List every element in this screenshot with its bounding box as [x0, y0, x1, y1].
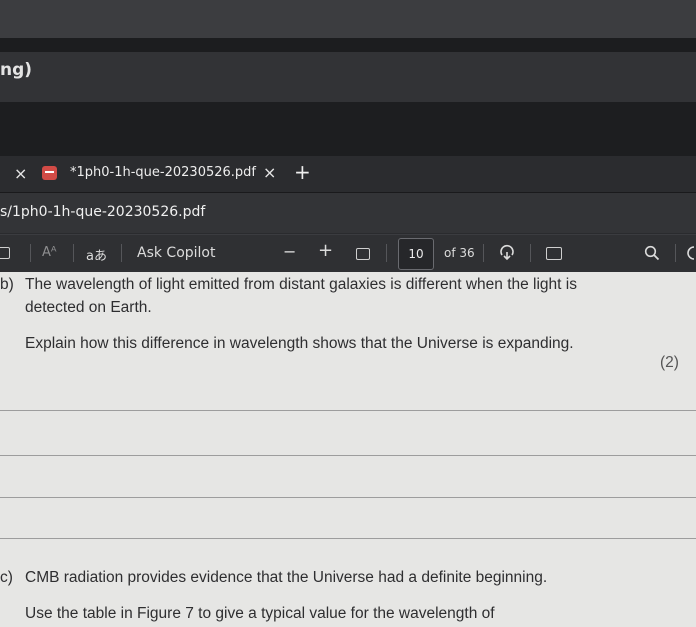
page-number-input[interactable]: 10	[398, 238, 434, 270]
tab-close-icon[interactable]: ×	[263, 163, 276, 182]
contents-icon[interactable]	[0, 247, 10, 259]
address-text[interactable]: s/1ph0-1h-que-20230526.pdf	[0, 204, 205, 220]
part-c-line1: CMB radiation provides evidence that the…	[25, 569, 548, 586]
translate-button[interactable]: aあ	[86, 245, 107, 264]
draw-icon[interactable]	[684, 245, 696, 261]
window-title: ng)	[0, 60, 33, 80]
toolbar-separator	[121, 244, 122, 262]
answer-line	[0, 538, 696, 539]
tab-title[interactable]: *1ph0-1h-que-20230526.pdf	[70, 165, 256, 180]
zoom-in-button[interactable]: +	[318, 240, 333, 261]
part-c-letter: c)	[0, 569, 13, 586]
toolbar-separator	[530, 244, 531, 262]
previous-tab-close-icon[interactable]: ×	[14, 164, 27, 183]
new-tab-button[interactable]: +	[294, 160, 311, 184]
part-b-line1: The wavelength of light emitted from dis…	[25, 276, 577, 293]
ask-copilot-button[interactable]: Ask Copilot	[137, 245, 216, 261]
rotate-icon[interactable]	[498, 244, 516, 262]
part-b-marks: (2)	[660, 354, 679, 371]
window-frame-band	[0, 38, 696, 52]
window-frame-top	[0, 0, 696, 38]
toolbar-separator	[30, 244, 31, 262]
part-b-letter: b)	[0, 276, 14, 293]
toolbar-separator	[675, 244, 676, 262]
window-frame-gap	[0, 102, 696, 156]
answer-line	[0, 497, 696, 498]
page-count: of 36	[444, 246, 475, 260]
answer-line	[0, 410, 696, 411]
answer-line	[0, 455, 696, 456]
toolbar-separator	[483, 244, 484, 262]
pdf-file-icon	[42, 166, 57, 180]
part-c-line2: Use the table in Figure 7 to give a typi…	[25, 605, 495, 622]
window-title-bar	[0, 52, 696, 102]
part-b-instruction: Explain how this difference in wavelengt…	[25, 335, 574, 352]
part-b-line2: detected on Earth.	[25, 299, 152, 316]
toolbar-separator	[386, 244, 387, 262]
read-aloud-button[interactable]: Aᴬ	[42, 245, 57, 260]
toolbar-separator	[73, 244, 74, 262]
two-page-view-icon[interactable]	[546, 247, 562, 260]
search-icon[interactable]	[644, 245, 660, 261]
fit-page-icon[interactable]	[356, 248, 370, 260]
zoom-out-button[interactable]: −	[283, 242, 296, 261]
